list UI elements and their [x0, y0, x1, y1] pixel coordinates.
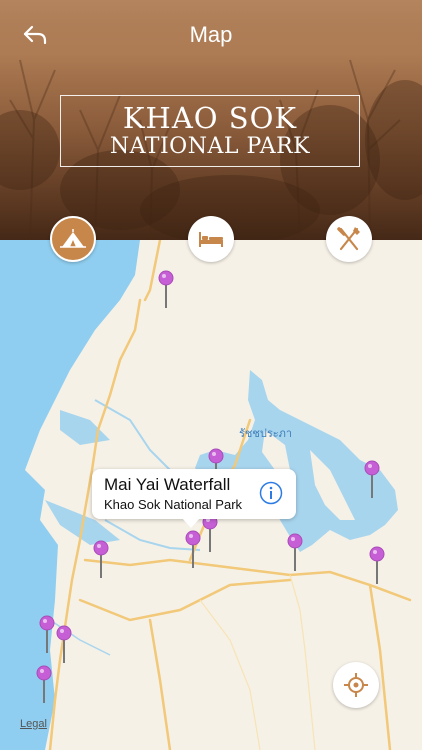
- selected-map-pin[interactable]: [183, 530, 203, 576]
- locate-me-button[interactable]: [333, 662, 379, 708]
- banner-line-2: NATIONAL PARK: [109, 134, 311, 159]
- map-pin[interactable]: [34, 665, 54, 711]
- map-pin[interactable]: [200, 514, 220, 560]
- callout-subtitle: Khao Sok National Park: [104, 497, 243, 512]
- navigation-bar: Map: [0, 0, 422, 70]
- page-title: Map: [189, 22, 233, 47]
- map-pin[interactable]: [362, 460, 382, 506]
- banner-line-1: KHAO SOK: [122, 101, 298, 135]
- header-banner-image: Map KHAO SOK NATIONAL PARK: [0, 0, 422, 240]
- park-title-banner: KHAO SOK NATIONAL PARK: [60, 95, 360, 167]
- map-pin[interactable]: [367, 546, 387, 592]
- map-pin[interactable]: [91, 540, 111, 586]
- camping-tab[interactable]: [50, 216, 96, 262]
- tent-icon: [60, 229, 86, 248]
- crosshair-icon: [344, 673, 368, 697]
- bed-icon: [199, 232, 223, 247]
- restaurants-tab[interactable]: [326, 216, 372, 262]
- map-pin[interactable]: [285, 533, 305, 579]
- map-pin[interactable]: [156, 270, 176, 316]
- legal-link[interactable]: Legal: [20, 718, 47, 730]
- place-label: รัชชประภา: [239, 428, 293, 440]
- info-icon[interactable]: [259, 481, 283, 505]
- hotels-tab[interactable]: [188, 216, 234, 262]
- fork-knife-icon: [337, 227, 360, 251]
- map-pin[interactable]: [54, 625, 74, 671]
- callout-title: Mai Yai Waterfall: [104, 475, 231, 494]
